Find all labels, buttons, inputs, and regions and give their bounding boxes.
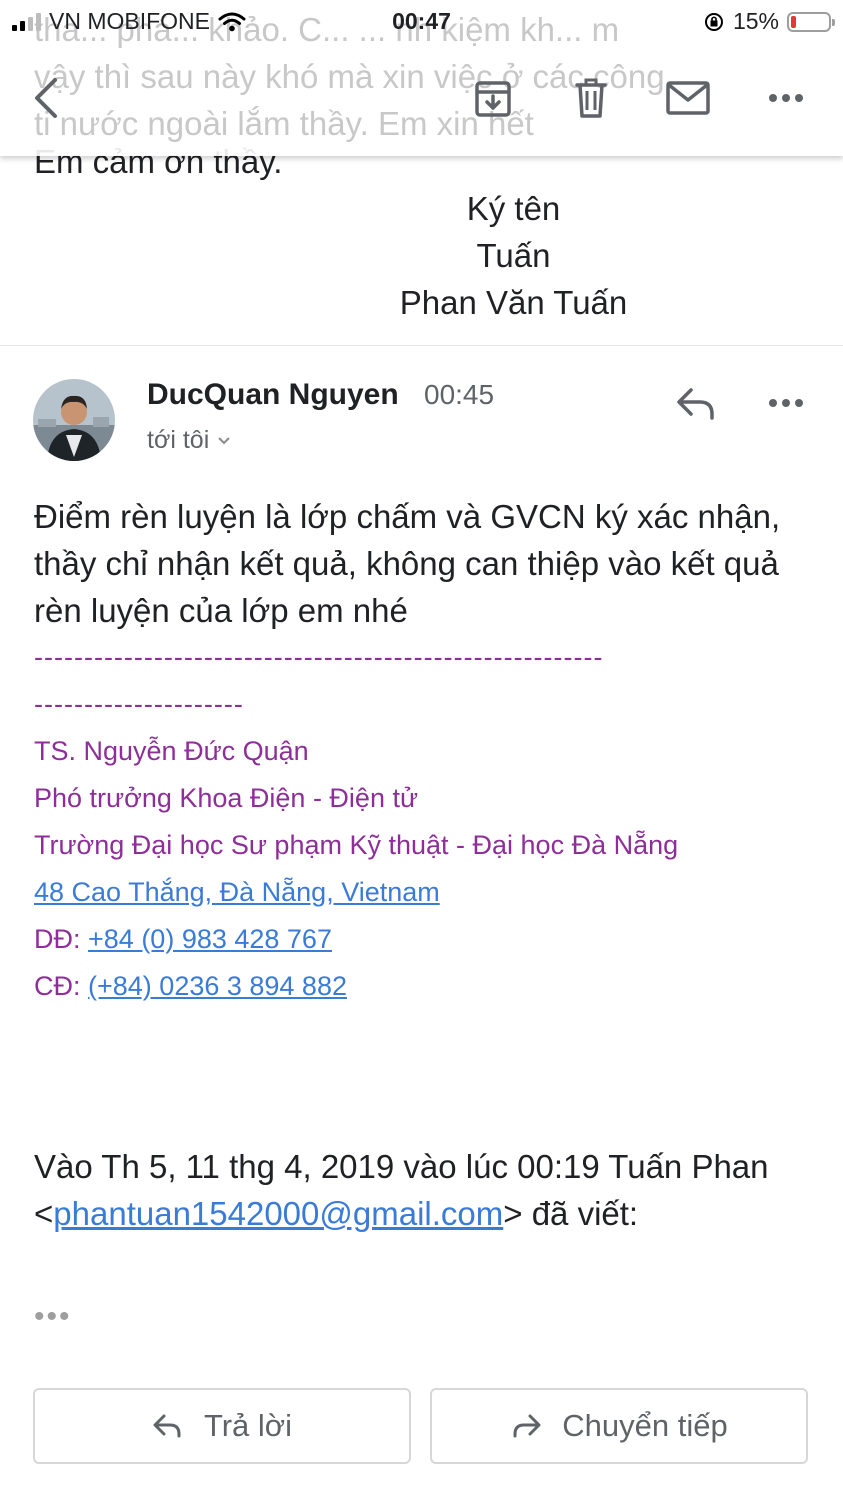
reply-label: Trả lời [203, 1408, 293, 1443]
forward-label: Chuyển tiếp [562, 1408, 728, 1443]
quote-suffix: > đã viết: [503, 1195, 639, 1232]
show-quoted-text-button[interactable]: ••• [34, 1300, 72, 1334]
forward-button[interactable]: Chuyển tiếp [430, 1388, 808, 1464]
more-icon[interactable] [766, 72, 806, 124]
message-divider [0, 345, 843, 346]
address-link[interactable]: 48 Cao Thắng, Đà Nẵng, Vietnam [34, 877, 440, 907]
status-bar: VN MOBIFONE 00:47 15% [0, 0, 843, 44]
signature-title: Phó trưởng Khoa Điện - Điện tử [34, 783, 419, 813]
signature-separator-end: --------------------- [34, 689, 244, 719]
status-right: 15% [703, 8, 835, 35]
chevron-down-icon [218, 436, 230, 444]
trash-icon[interactable] [568, 72, 614, 124]
mobile-label: DĐ: [34, 924, 81, 954]
orientation-lock-icon [704, 12, 723, 31]
avatar[interactable] [33, 379, 115, 461]
phone-row: CĐ: (+84) 0236 3 894 882 [34, 971, 347, 1002]
mail-icon[interactable] [664, 72, 712, 124]
mobile-phone-link[interactable]: +84 (0) 983 428 767 [88, 924, 332, 954]
message-time: 00:45 [424, 379, 495, 410]
battery-percent: 15% [732, 8, 779, 34]
message-more-icon[interactable] [768, 396, 804, 410]
back-icon[interactable] [26, 72, 66, 124]
quote-email-link[interactable]: phantuan1542000@gmail.com [53, 1195, 503, 1232]
archive-icon[interactable] [470, 72, 516, 124]
quote-header: Vào Th 5, 11 thg 4, 2019 vào lúc 00:19 T… [34, 1143, 804, 1237]
signature-name: TS. Nguyễn Đức Quận [34, 736, 309, 766]
battery-icon [787, 11, 835, 32]
previous-signature-full: Phan Văn Tuấn [399, 284, 628, 321]
reply-icon[interactable] [674, 384, 718, 424]
previous-signature-short: Tuấn [476, 237, 551, 274]
forward-arrow-icon [513, 1414, 541, 1438]
phone-label: CĐ: [34, 971, 81, 1001]
previous-signature-label: Ký tên [466, 190, 561, 227]
message-body: Điểm rèn luyện là lớp chấm và GVCN ký xá… [34, 498, 781, 629]
signature-org: Trường Đại học Sư phạm Kỹ thuật - Đại họ… [34, 830, 679, 860]
recipient-label: tới tôi [147, 426, 210, 454]
office-phone-link[interactable]: (+84) 0236 3 894 882 [88, 971, 347, 1001]
recipient-toggle[interactable]: tới tôi [147, 426, 231, 455]
reply-button[interactable]: Trả lời [33, 1388, 411, 1464]
signature-separator: ----------------------------------------… [34, 642, 604, 672]
reply-arrow-icon [153, 1414, 181, 1438]
mobile-row: DĐ: +84 (0) 983 428 767 [34, 924, 332, 955]
sender-name: DucQuan Nguyen [147, 378, 399, 411]
